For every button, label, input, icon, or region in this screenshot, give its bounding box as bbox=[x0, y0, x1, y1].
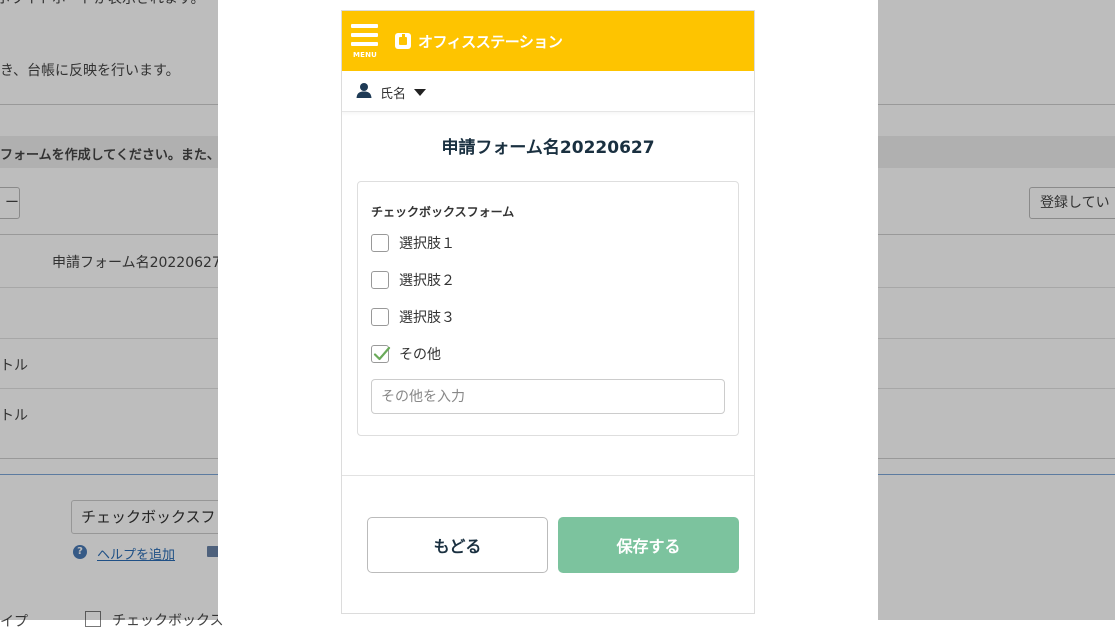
hamburger-icon bbox=[351, 42, 378, 46]
user-name: 氏名 bbox=[380, 86, 407, 102]
other-text-input[interactable] bbox=[371, 379, 725, 414]
checkbox[interactable] bbox=[371, 308, 389, 326]
option-2[interactable]: 選択肢２ bbox=[371, 269, 455, 291]
checkbox[interactable] bbox=[371, 234, 389, 252]
caret-down-icon bbox=[414, 88, 427, 96]
hamburger-icon bbox=[351, 24, 378, 28]
option-other[interactable]: その他 bbox=[371, 343, 441, 365]
option-label: 選択肢１ bbox=[399, 236, 455, 252]
user-icon bbox=[356, 82, 372, 102]
brand-name: オフィスステーション bbox=[418, 32, 563, 51]
option-1[interactable]: 選択肢１ bbox=[371, 232, 455, 254]
menu-label: MENU bbox=[352, 51, 378, 59]
logo-icon bbox=[394, 32, 412, 50]
option-label: 選択肢２ bbox=[399, 273, 455, 289]
back-button[interactable]: もどる bbox=[367, 517, 548, 573]
user-dropdown[interactable]: 氏名 bbox=[356, 81, 427, 103]
option-label: その他 bbox=[399, 347, 441, 363]
checkbox-field-card: チェックボックスフォーム 選択肢１ 選択肢２ 選択肢３ その他 bbox=[357, 181, 739, 436]
user-bar: 氏名 bbox=[342, 71, 754, 112]
checkbox-checked[interactable] bbox=[371, 345, 391, 363]
menu-button[interactable]: MENU bbox=[350, 24, 380, 62]
brand-logo: オフィスステーション bbox=[394, 30, 563, 52]
option-label: 選択肢３ bbox=[399, 310, 455, 326]
field-label: チェックボックスフォーム bbox=[371, 205, 515, 219]
hamburger-icon bbox=[351, 33, 378, 37]
save-button[interactable]: 保存する bbox=[558, 517, 739, 573]
app-header: MENU オフィスステーション bbox=[342, 11, 754, 71]
option-3[interactable]: 選択肢３ bbox=[371, 306, 455, 328]
footer-divider bbox=[342, 475, 754, 476]
form-title: 申請フォーム名20220627 bbox=[441, 138, 655, 158]
checkbox[interactable] bbox=[371, 271, 389, 289]
mobile-preview: MENU オフィスステーション 氏名 申請フォーム名20220627 チェックボ… bbox=[341, 10, 755, 614]
checkmark-icon bbox=[373, 346, 391, 361]
